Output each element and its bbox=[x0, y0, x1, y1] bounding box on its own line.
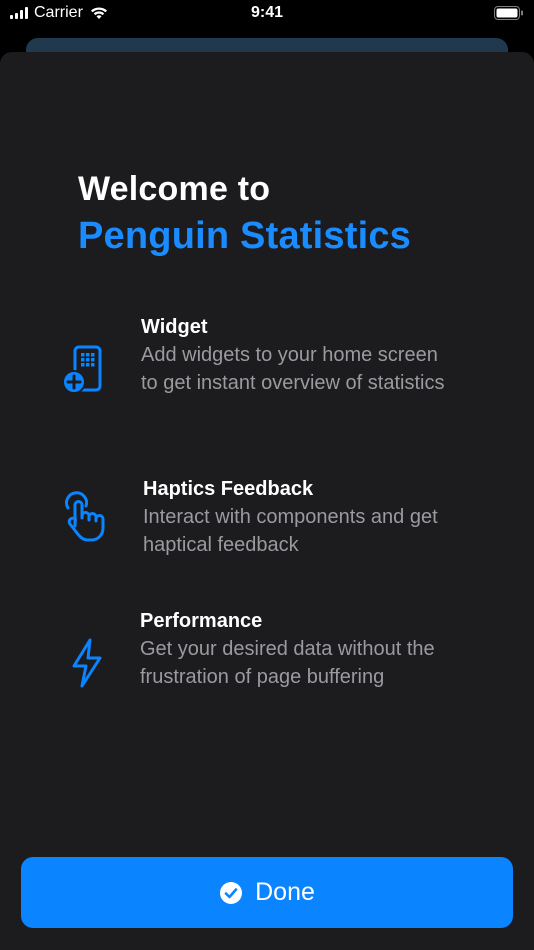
feature-title: Performance bbox=[140, 610, 263, 632]
app-name-title: Penguin Statistics bbox=[78, 215, 412, 257]
lightning-bolt-icon bbox=[72, 638, 102, 688]
hand-tap-icon bbox=[65, 491, 105, 542]
feature-title: Widget bbox=[141, 316, 208, 338]
feature-description: Get your desired data without the frustr… bbox=[140, 638, 435, 688]
welcome-title: Welcome to bbox=[78, 170, 271, 208]
feature-description: Add widgets to your home screen to get i… bbox=[141, 344, 445, 394]
feature-description: Interact with components and get haptica… bbox=[143, 506, 438, 556]
done-button[interactable]: Done bbox=[21, 857, 513, 928]
checkmark-circle-icon bbox=[220, 881, 243, 904]
done-button-label: Done bbox=[255, 878, 315, 906]
widget-add-icon bbox=[62, 345, 102, 394]
battery-icon bbox=[494, 6, 523, 20]
status-bar: Carrier 9:41 bbox=[0, 0, 534, 28]
clock: 9:41 bbox=[250, 4, 284, 21]
feature-title: Haptics Feedback bbox=[143, 478, 314, 500]
status-right bbox=[494, 6, 524, 25]
